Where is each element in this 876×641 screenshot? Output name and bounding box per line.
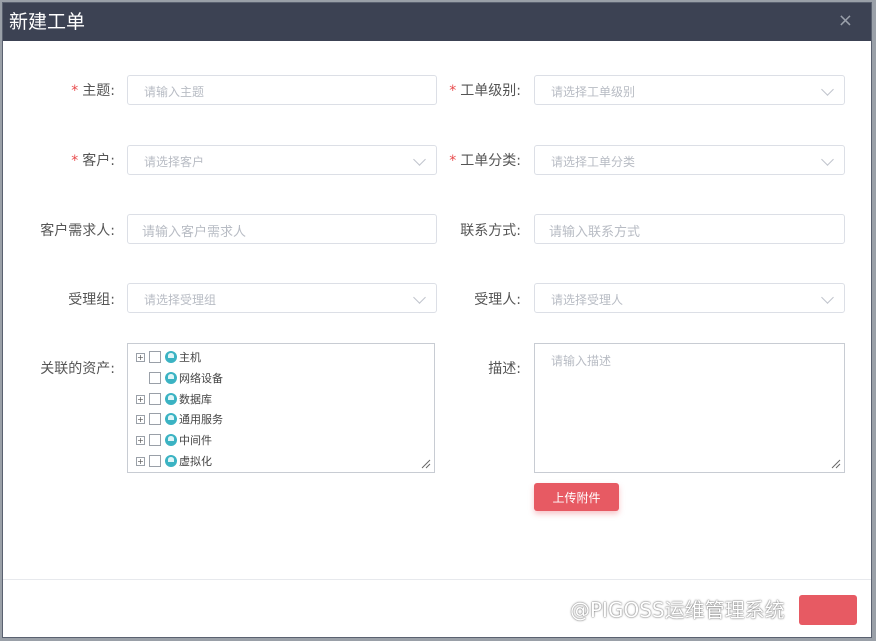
assignee-select[interactable]: 请选择受理人 xyxy=(534,283,845,313)
assignee-label: 受理人: xyxy=(474,292,521,308)
asset-group-icon xyxy=(165,372,177,384)
customer-label: * 客户: xyxy=(71,153,115,169)
node-label: 数据库 xyxy=(179,393,212,406)
watermark: @PIGOSS运维管理系统 xyxy=(570,598,785,622)
node-label: 网络设备 xyxy=(179,372,223,385)
subject-placeholder: 请输入主题 xyxy=(144,85,205,99)
expand-icon[interactable]: + xyxy=(136,394,145,404)
category-label: * 工单分类: xyxy=(449,153,521,169)
category-placeholder: 请选择工单分类 xyxy=(551,155,636,169)
expand-icon[interactable]: + xyxy=(136,456,145,466)
assignee-placeholder: 请选择受理人 xyxy=(551,293,624,307)
customer-placeholder: 请选择客户 xyxy=(144,155,205,169)
asset-tree[interactable]: + 主机 网络设备 + 数据库 + 通用服务 + 中间件 + 虚拟化 xyxy=(127,343,435,473)
asset-group-icon xyxy=(165,393,177,405)
chevron-down-icon xyxy=(821,153,834,166)
node-label: 通用服务 xyxy=(179,413,223,426)
node-checkbox[interactable] xyxy=(149,455,161,467)
asset-group-icon xyxy=(165,413,177,425)
level-select[interactable]: 请选择工单级别 xyxy=(534,75,845,105)
asset-group-icon xyxy=(165,351,177,363)
expand-icon[interactable]: + xyxy=(136,435,145,445)
level-placeholder: 请选择工单级别 xyxy=(551,85,636,99)
expand-icon[interactable]: + xyxy=(136,414,145,424)
assets-label: 关联的资产: xyxy=(40,361,115,377)
tree-node[interactable]: 网络设备 xyxy=(136,369,223,387)
resize-handle-icon[interactable] xyxy=(831,459,841,469)
node-label: 中间件 xyxy=(179,434,212,447)
tree-node[interactable]: + 数据库 xyxy=(136,390,212,408)
new-ticket-dialog: 新建工单 × * 主题: 请输入主题 * 工单级别: 请选择工单级别 * 客户: 请选… xyxy=(2,2,872,638)
subject-label: * 主题: xyxy=(71,83,115,99)
chevron-down-icon xyxy=(821,291,834,304)
category-select[interactable]: 请选择工单分类 xyxy=(534,145,845,175)
subject-input[interactable]: 请输入主题 xyxy=(127,75,437,105)
required-marker: * xyxy=(71,153,79,169)
level-label: * 工单级别: xyxy=(449,83,521,99)
contact-input[interactable]: 请输入联系方式 xyxy=(534,214,845,244)
requester-placeholder: 请输入客户需求人 xyxy=(142,225,247,240)
node-label: 主机 xyxy=(179,351,201,364)
description-textarea[interactable]: 请输入描述 xyxy=(534,343,845,473)
contact-label: 联系方式: xyxy=(460,223,521,239)
customer-select[interactable]: 请选择客户 xyxy=(127,145,437,175)
resize-handle-icon[interactable] xyxy=(421,459,431,469)
node-label: 虚拟化 xyxy=(179,455,212,468)
description-label: 描述: xyxy=(488,361,521,377)
tree-node[interactable]: + 中间件 xyxy=(136,431,212,449)
chevron-down-icon xyxy=(821,83,834,96)
close-icon[interactable]: × xyxy=(838,11,853,31)
tree-node[interactable]: + 虚拟化 xyxy=(136,452,212,470)
node-checkbox[interactable] xyxy=(149,393,161,405)
group-select[interactable]: 请选择受理组 xyxy=(127,283,437,313)
dialog-title: 新建工单 xyxy=(9,11,86,33)
asset-group-icon xyxy=(165,455,177,467)
chevron-down-icon xyxy=(413,291,426,304)
footer-divider xyxy=(3,579,871,580)
expand-icon[interactable]: + xyxy=(136,352,145,362)
group-label: 受理组: xyxy=(68,292,115,308)
node-checkbox[interactable] xyxy=(149,434,161,446)
asset-group-icon xyxy=(165,434,177,446)
group-placeholder: 请选择受理组 xyxy=(144,293,217,307)
expand-placeholder xyxy=(136,374,145,383)
description-placeholder: 请输入描述 xyxy=(551,354,612,368)
node-checkbox[interactable] xyxy=(149,351,161,363)
dialog-header: 新建工单 × xyxy=(3,3,871,41)
upload-attachment-button[interactable]: 上传附件 xyxy=(534,483,619,511)
requester-input[interactable]: 请输入客户需求人 xyxy=(127,214,437,244)
chevron-down-icon xyxy=(413,153,426,166)
node-checkbox[interactable] xyxy=(149,372,161,384)
tree-node[interactable]: + 主机 xyxy=(136,348,201,366)
required-marker: * xyxy=(71,83,79,99)
node-checkbox[interactable] xyxy=(149,413,161,425)
footer-button[interactable] xyxy=(799,595,857,625)
tree-node[interactable]: + 通用服务 xyxy=(136,410,223,428)
requester-label: 客户需求人: xyxy=(40,223,115,239)
required-marker: * xyxy=(449,153,457,169)
contact-placeholder: 请输入联系方式 xyxy=(549,225,641,240)
required-marker: * xyxy=(449,83,457,99)
